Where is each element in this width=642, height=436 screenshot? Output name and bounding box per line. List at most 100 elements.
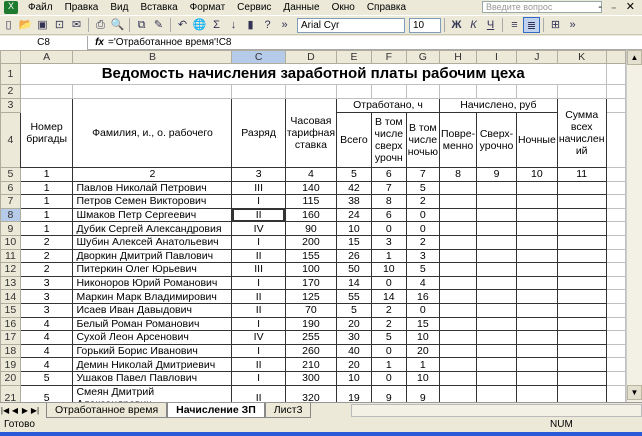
name-cell[interactable]: Белый Роман Романович [72, 316, 233, 332]
accrual-cell[interactable] [476, 221, 517, 236]
scroll-up-icon[interactable]: ▲ [627, 50, 642, 65]
name-cell[interactable]: Демин Николай Дмитриевич [72, 357, 233, 372]
scroll-track[interactable] [627, 65, 642, 385]
hours-overtime-cell[interactable]: 0 [370, 275, 407, 291]
hours-overtime-cell[interactable]: 5 [370, 330, 407, 345]
hyperlink-icon[interactable]: 🌐 [191, 17, 208, 33]
hours-overtime-cell[interactable]: 2 [370, 302, 407, 318]
menu-item[interactable]: Данные [277, 2, 325, 13]
copy-icon[interactable]: ⧉ [133, 17, 150, 33]
accrual-cell[interactable] [476, 234, 517, 250]
cell[interactable] [605, 343, 626, 359]
accrual-cell[interactable] [438, 221, 478, 236]
accrual-cell[interactable] [438, 194, 478, 209]
rate-cell[interactable]: 140 [284, 180, 338, 196]
header-total[interactable]: Всего [336, 111, 372, 168]
name-cell[interactable]: Горький Борис Иванович [72, 343, 233, 359]
spreadsheet-grid[interactable]: A B C D E F G H I J K 1 Ведомость начисления заработ… [0, 50, 626, 402]
cell[interactable] [605, 316, 626, 332]
accrual-cell[interactable] [438, 248, 478, 264]
brigade-cell[interactable]: 5 [19, 370, 74, 386]
prev-sheet-icon[interactable]: ◀ [10, 406, 20, 415]
header-nightpay[interactable]: Ночные [515, 111, 558, 168]
column-number[interactable]: 3 [231, 166, 286, 182]
name-cell[interactable]: Павлов Николай Петрович [72, 180, 233, 196]
cell[interactable] [605, 207, 626, 223]
hours-overtime-cell[interactable]: 8 [370, 194, 407, 209]
hours-night-cell[interactable]: 0 [405, 207, 440, 223]
row-header-20[interactable]: 20 [0, 370, 21, 386]
print-icon[interactable]: ⎙ [92, 17, 109, 33]
accrual-cell[interactable] [556, 234, 607, 250]
menu-item[interactable]: Файл [22, 2, 59, 13]
accrual-cell[interactable] [476, 384, 517, 402]
name-cell[interactable]: Ушаков Павел Павлович [72, 370, 233, 386]
new-icon[interactable]: ▯ [0, 17, 17, 33]
hours-total-cell[interactable]: 19 [336, 384, 372, 402]
cell[interactable] [515, 84, 558, 99]
cell[interactable] [605, 180, 626, 196]
accrual-cell[interactable] [556, 316, 607, 332]
accrual-cell[interactable] [438, 262, 478, 277]
column-header-H[interactable]: H [438, 50, 478, 64]
hours-total-cell[interactable]: 38 [336, 194, 372, 209]
cell[interactable] [605, 289, 626, 304]
accrual-cell[interactable] [476, 302, 517, 318]
cell[interactable] [231, 84, 286, 99]
grade-cell[interactable]: I [231, 194, 286, 209]
row-header-6[interactable]: 6 [0, 180, 21, 196]
header-over[interactable]: Сверх-урочно [476, 111, 517, 168]
select-all-corner[interactable] [0, 50, 21, 64]
column-header-A[interactable]: A [19, 50, 74, 64]
hours-night-cell[interactable]: 15 [405, 316, 440, 332]
accrual-cell[interactable] [438, 343, 478, 359]
name-cell[interactable]: Исаев Иван Давыдович [72, 302, 233, 318]
accrual-cell[interactable] [515, 330, 558, 345]
help-icon[interactable]: ? [259, 17, 276, 33]
hours-total-cell[interactable]: 30 [336, 330, 372, 345]
hours-total-cell[interactable]: 24 [336, 207, 372, 223]
accrual-cell[interactable] [438, 302, 478, 318]
header-sum[interactable]: Сумма всех начислен ий [556, 97, 607, 168]
accrual-cell[interactable] [515, 302, 558, 318]
accrual-cell[interactable] [476, 180, 517, 196]
brigade-cell[interactable]: 1 [19, 207, 74, 223]
column-header-G[interactable]: G [405, 50, 440, 64]
hours-night-cell[interactable]: 2 [405, 234, 440, 250]
autosum-icon[interactable]: Σ [208, 17, 225, 33]
accrual-cell[interactable] [515, 248, 558, 264]
accrual-cell[interactable] [515, 234, 558, 250]
hours-night-cell[interactable]: 20 [405, 343, 440, 359]
accrual-cell[interactable] [515, 343, 558, 359]
accrual-cell[interactable] [438, 316, 478, 332]
accrual-cell[interactable] [515, 221, 558, 236]
rate-cell[interactable]: 115 [284, 194, 338, 209]
column-header-D[interactable]: D [284, 50, 338, 64]
cell[interactable] [605, 330, 626, 345]
accrual-cell[interactable] [438, 180, 478, 196]
rate-cell[interactable]: 210 [284, 357, 338, 372]
cell[interactable] [72, 84, 233, 99]
name-cell[interactable]: Дворкин Дмитрий Павлович [72, 248, 233, 264]
accrual-cell[interactable] [556, 370, 607, 386]
cell[interactable] [336, 84, 372, 99]
hours-overtime-cell[interactable]: 7 [370, 180, 407, 196]
column-header-E[interactable]: E [336, 50, 372, 64]
rate-cell[interactable]: 100 [284, 262, 338, 277]
header-overtime[interactable]: В том числе сверх урочн [370, 111, 407, 168]
row-header-3[interactable]: 3 [0, 97, 21, 113]
hours-overtime-cell[interactable]: 0 [370, 370, 407, 386]
undo-icon[interactable]: ↶ [174, 17, 191, 33]
row-header-11[interactable]: 11 [0, 248, 21, 264]
header-accrued[interactable]: Начислено, руб [438, 97, 558, 113]
row-header-16[interactable]: 16 [0, 316, 21, 332]
accrual-cell[interactable] [515, 289, 558, 304]
row-header-10[interactable]: 10 [0, 234, 21, 250]
menu-item[interactable]: Формат [184, 2, 232, 13]
brigade-cell[interactable]: 3 [19, 289, 74, 304]
header-rate[interactable]: Часовая тарифная ставка [284, 97, 338, 168]
hours-overtime-cell[interactable]: 1 [370, 248, 407, 264]
cell[interactable] [605, 97, 626, 113]
grade-cell[interactable]: I [231, 370, 286, 386]
hours-night-cell[interactable]: 5 [405, 262, 440, 277]
